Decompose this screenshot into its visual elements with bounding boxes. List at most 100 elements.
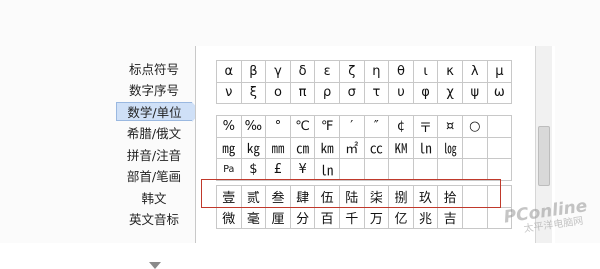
chinese-numeral-symbol-cell[interactable]: 千 — [338, 206, 365, 229]
chinese-numeral-empty-cell[interactable] — [461, 206, 488, 229]
math-empty-cell[interactable] — [437, 158, 463, 181]
greek-symbol-cell[interactable]: ζ — [338, 60, 365, 83]
category-korean[interactable]: 韩文 — [116, 189, 192, 208]
symbol-grid-panel: αβγδεζηθικλμνξοπρστυφχψω % ‰ ° ℃ ℉ ′ ″ ¢ 〒 ¤ ○ ㎎㎏㎜㎝… — [195, 46, 555, 243]
chinese-numeral-symbol-cell[interactable]: 兆 — [412, 206, 439, 229]
scrollbar-thumb[interactable] — [538, 126, 550, 186]
math-symbol-cell[interactable]: ¤ — [437, 115, 463, 138]
chinese-numeral-symbol-cell[interactable]: 百 — [314, 206, 340, 229]
chinese-numeral-empty-cell[interactable] — [486, 185, 513, 208]
math-empty-cell[interactable] — [388, 158, 414, 181]
symbol-picker: 标点符号 数字序号 数学/单位 希腊/俄文 拼音/注音 部首/笔画 韩文 英文音… — [0, 0, 600, 269]
greek-symbol-cell[interactable]: χ — [437, 81, 463, 104]
math-symbol-cell[interactable]: ㏑ — [314, 158, 340, 181]
greek-symbol-cell[interactable]: υ — [388, 81, 414, 104]
chevron-down-icon[interactable] — [149, 262, 161, 269]
greek-symbol-cell[interactable]: τ — [363, 81, 390, 104]
greek-row: αβγδεζηθικλμ — [216, 60, 513, 83]
category-english-phonetic[interactable]: 英文音标 — [116, 210, 192, 229]
math-symbol-cell[interactable]: ℉ — [314, 115, 340, 138]
greek-symbol-cell[interactable]: σ — [338, 81, 365, 104]
math-symbol-cell[interactable]: ¢ — [388, 115, 414, 138]
chinese-numeral-symbol-cell[interactable]: 拾 — [437, 185, 463, 208]
chinese-numeral-symbol-cell[interactable]: 分 — [289, 206, 316, 229]
chinese-numeral-symbol-cell[interactable]: 毫 — [240, 206, 267, 229]
greek-symbol-cell[interactable]: β — [240, 60, 267, 83]
math-symbol-cell[interactable]: ㎝ — [289, 136, 316, 159]
greek-symbol-cell[interactable]: ε — [314, 60, 340, 83]
greek-symbol-cell[interactable]: ο — [265, 81, 291, 104]
chinese-numeral-symbol-cell[interactable]: 捌 — [388, 185, 414, 208]
math-symbol-cell[interactable]: ㎡ — [338, 136, 365, 159]
math-symbol-cell[interactable]: ㎎ — [216, 136, 242, 159]
math-symbol-cell[interactable]: Pa — [216, 158, 242, 181]
math-symbol-cell[interactable]: 〒 — [412, 115, 439, 138]
category-radicals-strokes[interactable]: 部首/笔画 — [116, 167, 192, 186]
math-symbol-cell[interactable]: ㎞ — [314, 136, 340, 159]
chinese-numeral-symbol-cell[interactable]: 叁 — [265, 185, 291, 208]
math-symbol-cell[interactable]: ㎜ — [265, 136, 291, 159]
greek-symbol-cell[interactable]: ξ — [240, 81, 267, 104]
math-row: Pa $ £ ¥ ㏑ — [216, 158, 513, 181]
math-symbol-cell[interactable]: $ — [240, 158, 267, 181]
greek-symbol-table: αβγδεζηθικλμνξοπρστυφχψω — [216, 60, 513, 104]
category-math-units[interactable]: 数学/单位 — [116, 102, 201, 122]
greek-symbol-cell[interactable]: φ — [412, 81, 439, 104]
greek-symbol-cell[interactable]: ψ — [461, 81, 488, 104]
greek-symbol-cell[interactable]: α — [216, 60, 242, 83]
math-empty-cell[interactable] — [486, 115, 513, 138]
chinese-numeral-symbol-cell[interactable]: 柒 — [363, 185, 390, 208]
math-symbol-cell[interactable]: ″ — [363, 115, 390, 138]
math-symbol-cell[interactable]: ° — [265, 115, 291, 138]
greek-symbol-cell[interactable]: ν — [216, 81, 242, 104]
chinese-numeral-symbol-cell[interactable]: 吉 — [437, 206, 463, 229]
math-symbol-cell[interactable]: % — [216, 115, 242, 138]
math-symbol-cell[interactable]: ‰ — [240, 115, 267, 138]
greek-symbol-cell[interactable]: η — [363, 60, 390, 83]
math-symbol-cell[interactable]: ○ — [461, 115, 488, 138]
chinese-numeral-symbol-cell[interactable]: 厘 — [265, 206, 291, 229]
greek-symbol-cell[interactable]: μ — [486, 60, 513, 83]
chinese-numeral-symbol-cell[interactable]: 亿 — [388, 206, 414, 229]
math-symbol-cell[interactable]: ¥ — [289, 158, 316, 181]
greek-symbol-cell[interactable]: λ — [461, 60, 488, 83]
greek-symbol-cell[interactable]: ρ — [314, 81, 340, 104]
chinese-numeral-symbol-cell[interactable]: 万 — [363, 206, 390, 229]
greek-symbol-cell[interactable]: ι — [412, 60, 439, 83]
greek-symbol-cell[interactable]: θ — [388, 60, 414, 83]
math-symbol-cell[interactable]: ㏑ — [412, 136, 439, 159]
chinese-numeral-symbol-cell[interactable]: 微 — [216, 206, 242, 229]
math-empty-cell[interactable] — [363, 158, 390, 181]
math-symbol-cell[interactable]: ㎏ — [240, 136, 267, 159]
math-symbol-cell[interactable]: £ — [265, 158, 291, 181]
math-symbol-cell[interactable]: ㏄ — [363, 136, 390, 159]
math-symbol-table: % ‰ ° ℃ ℉ ′ ″ ¢ 〒 ¤ ○ ㎎㎏㎜㎝㎞㎡㏄㏎㏑㏒ Pa $ £ ¥ ㏑ — [216, 115, 513, 181]
category-punctuation[interactable]: 标点符号 — [116, 60, 192, 79]
chinese-numeral-symbol-cell[interactable]: 肆 — [289, 185, 316, 208]
math-symbol-cell[interactable]: ㏒ — [437, 136, 463, 159]
greek-symbol-cell[interactable]: γ — [265, 60, 291, 83]
category-number-ordinals[interactable]: 数字序号 — [116, 81, 192, 100]
greek-symbol-cell[interactable]: κ — [437, 60, 463, 83]
category-pinyin-zhuyin[interactable]: 拼音/注音 — [116, 146, 192, 165]
math-empty-cell[interactable] — [412, 158, 439, 181]
chinese-numeral-empty-cell[interactable] — [461, 185, 488, 208]
math-empty-cell[interactable] — [461, 158, 488, 181]
math-symbol-cell[interactable]: ㏎ — [388, 136, 414, 159]
chinese-numeral-symbol-cell[interactable]: 伍 — [314, 185, 340, 208]
greek-symbol-cell[interactable]: ω — [486, 81, 513, 104]
math-empty-cell[interactable] — [461, 136, 488, 159]
math-symbol-cell[interactable]: ℃ — [289, 115, 316, 138]
math-empty-cell[interactable] — [486, 158, 513, 181]
chinese-numeral-row: 微毫厘分百千万亿兆吉 — [216, 206, 513, 229]
chinese-numeral-symbol-cell[interactable]: 玖 — [412, 185, 439, 208]
chinese-numeral-symbol-cell[interactable]: 壹 — [216, 185, 242, 208]
chinese-numeral-symbol-cell[interactable]: 贰 — [240, 185, 267, 208]
greek-symbol-cell[interactable]: δ — [289, 60, 316, 83]
category-greek-russian[interactable]: 希腊/俄文 — [116, 124, 192, 143]
chinese-numeral-symbol-cell[interactable]: 陆 — [338, 185, 365, 208]
math-symbol-cell[interactable]: ′ — [338, 115, 365, 138]
math-empty-cell[interactable] — [486, 136, 513, 159]
greek-symbol-cell[interactable]: π — [289, 81, 316, 104]
math-empty-cell[interactable] — [338, 158, 365, 181]
